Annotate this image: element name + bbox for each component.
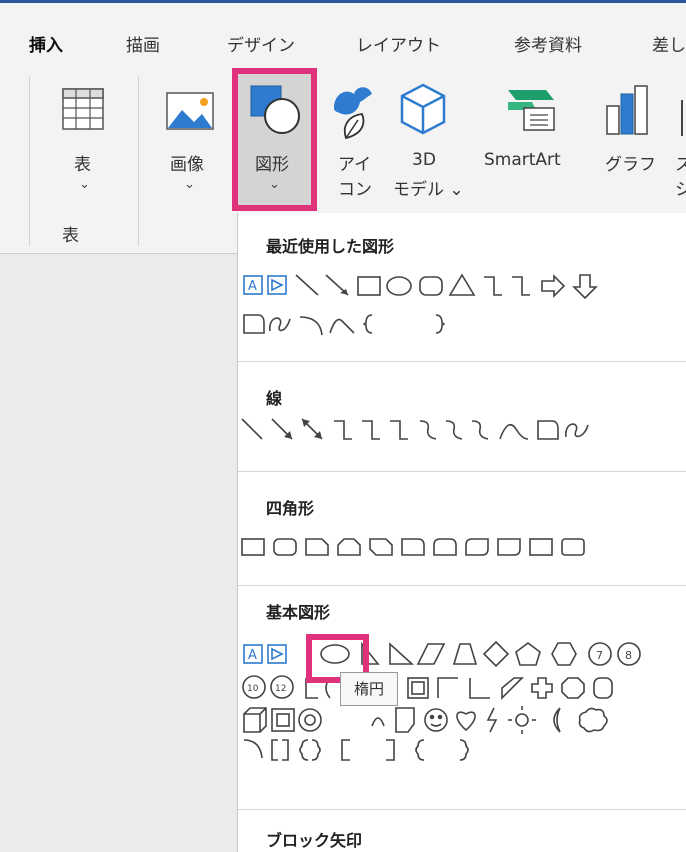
icons-button-label-1[interactable]: アイ xyxy=(338,150,371,175)
section-title-rectangles: 四角形 xyxy=(266,499,315,518)
screenshot-label-2[interactable]: シ xyxy=(675,175,686,200)
tab-layout[interactable]: レイアウト xyxy=(356,31,441,56)
tab-references[interactable]: 参考資料 xyxy=(514,31,582,56)
table-button-label[interactable]: 表 xyxy=(74,150,91,175)
3d-models-label-2[interactable]: モデル ⌄ xyxy=(393,175,464,200)
table-icon[interactable] xyxy=(62,88,104,130)
section-divider xyxy=(238,361,686,362)
rectangles-gallery[interactable] xyxy=(238,535,686,561)
image-button-label[interactable]: 画像 xyxy=(170,150,204,175)
lines-gallery[interactable] xyxy=(238,415,686,445)
screenshot-label-1[interactable]: ス xyxy=(675,150,686,175)
chevron-down-icon[interactable]: ⌄ xyxy=(79,177,90,192)
svg-text:12: 12 xyxy=(275,684,286,694)
section-divider xyxy=(238,585,686,586)
3d-models-icon[interactable] xyxy=(398,82,448,136)
section-title-recent: 最近使用した図形 xyxy=(266,237,395,256)
svg-text:10: 10 xyxy=(247,684,259,694)
tab-mailings[interactable]: 差し xyxy=(652,31,686,56)
smartart-label[interactable]: SmartArt xyxy=(484,150,561,170)
image-icon[interactable] xyxy=(166,92,214,130)
3d-models-label-1[interactable]: 3D xyxy=(412,150,436,170)
section-title-lines: 線 xyxy=(266,389,283,408)
tab-draw[interactable]: 描画 xyxy=(126,31,160,56)
icons-icon[interactable] xyxy=(328,82,378,140)
section-divider xyxy=(238,809,686,810)
ellipse-tooltip: 楕円 xyxy=(340,672,398,706)
smartart-icon[interactable] xyxy=(506,86,558,132)
tab-design[interactable]: デザイン xyxy=(227,31,295,56)
section-divider xyxy=(238,471,686,472)
shapes-button-highlight xyxy=(232,68,317,211)
chevron-down-icon[interactable]: ⌄ xyxy=(184,177,195,192)
shapes-dropdown-panel: 最近使用した図形 A 線 四角形 基本図形 A 7 8 10 12 ブロック矢印 xyxy=(237,213,686,852)
ribbon-separator xyxy=(138,76,139,246)
section-title-basic-shapes: 基本図形 xyxy=(266,603,331,622)
ribbon-separator xyxy=(29,76,30,246)
svg-text:A: A xyxy=(248,648,257,663)
svg-text:8: 8 xyxy=(625,649,632,662)
section-title-block-arrows: ブロック矢印 xyxy=(266,831,363,850)
chart-icon[interactable] xyxy=(603,84,653,136)
icons-button-label-2[interactable]: コン xyxy=(338,175,372,200)
svg-text:A: A xyxy=(248,279,257,294)
chart-label[interactable]: グラフ xyxy=(605,150,656,175)
screenshot-icon[interactable] xyxy=(676,100,686,136)
svg-text:7: 7 xyxy=(596,649,603,662)
tab-insert[interactable]: 挿入 xyxy=(29,31,63,56)
recent-shapes-gallery[interactable]: A xyxy=(238,271,686,341)
ribbon-tabs: 挿入 描画 デザイン レイアウト 参考資料 差し xyxy=(0,3,686,57)
group-label-table: 表 xyxy=(62,226,79,246)
